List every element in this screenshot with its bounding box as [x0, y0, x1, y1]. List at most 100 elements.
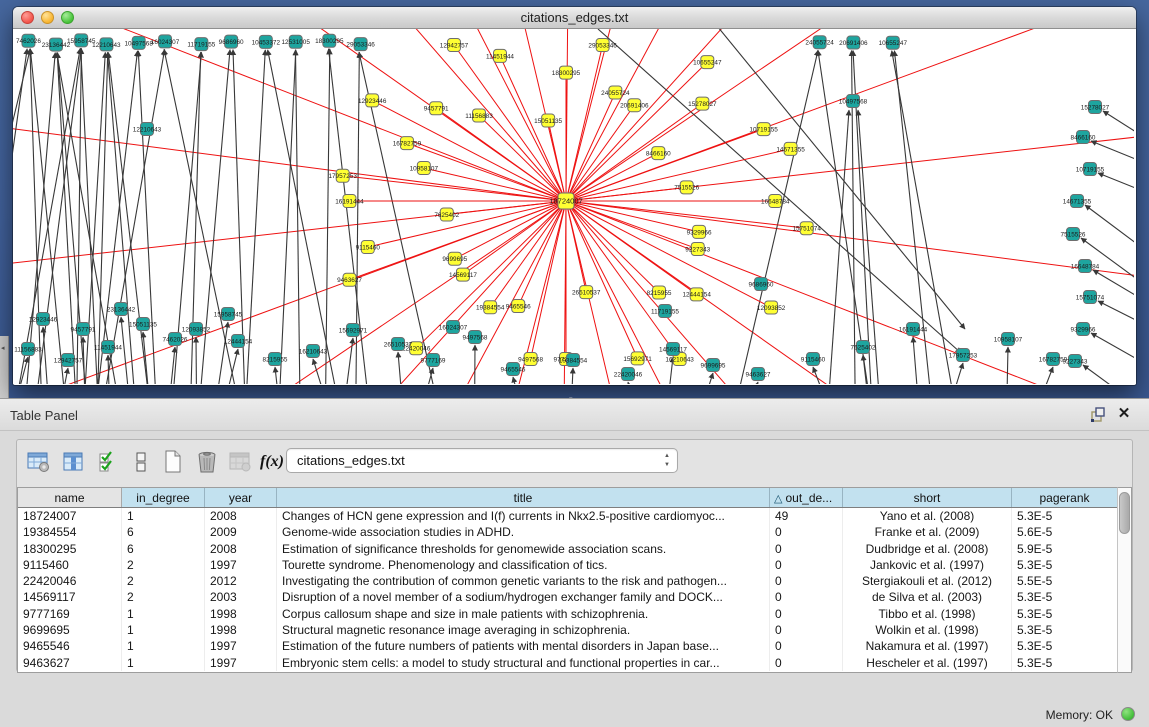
table-cell: de Silva et al. (2003) — [843, 589, 1012, 605]
citation-edge-black — [225, 349, 238, 384]
network-node-label: 16648784 — [1071, 263, 1100, 270]
citation-edge-black — [1091, 333, 1134, 375]
table-row[interactable]: 946554611997Estimation of the future num… — [18, 638, 1131, 654]
table-panel-title: Table Panel — [10, 408, 78, 423]
column-visibility-button[interactable] — [60, 449, 88, 475]
memory-status-light[interactable] — [1121, 707, 1135, 721]
network-node-label: 10655247 — [879, 40, 908, 47]
citation-edge-black — [892, 51, 955, 384]
network-node-label: 8466160 — [646, 150, 671, 157]
citation-edge-black — [1007, 347, 1008, 384]
column-header-label: short — [914, 491, 941, 505]
column-header-short[interactable]: short — [843, 488, 1012, 507]
column-select-button[interactable] — [95, 449, 123, 475]
network-node-label: 24055724 — [601, 90, 630, 97]
network-node-label: 15692971 — [623, 356, 652, 363]
citation-edge-black — [952, 363, 963, 384]
network-node-label: 18724007 — [549, 196, 582, 205]
network-node-label: 9115460 — [801, 356, 826, 363]
table-row[interactable]: 2242004622012Investigating the contribut… — [18, 573, 1131, 589]
citation-edge-black — [325, 49, 329, 384]
table-header-row: namein_degree year title△out_de... short pag… — [18, 488, 1131, 508]
table-cell: 2 — [122, 589, 205, 605]
network-node-label: 9497568 — [463, 334, 488, 341]
table-mode-button[interactable] — [25, 449, 53, 475]
network-node-label: 15051135 — [534, 118, 562, 125]
network-node-label: 12923446 — [29, 316, 58, 323]
network-node-label: 10497568 — [124, 40, 153, 47]
citation-edge-black — [216, 322, 228, 384]
network-node-label: 7462026 — [16, 38, 41, 45]
table-cell: 1 — [122, 622, 205, 638]
table-row[interactable]: 1938455462009Genome-wide association stu… — [18, 524, 1131, 540]
table-cell: 5.3E-5 — [1012, 655, 1118, 671]
network-node-label: 12531005 — [281, 39, 310, 46]
network-node-label: 9465546 — [506, 303, 531, 310]
table-row[interactable]: 969969511998Structural magnetic resonanc… — [18, 622, 1131, 638]
network-node-label: 20691406 — [620, 103, 649, 110]
network-node-label: 22420046 — [614, 371, 643, 378]
table-gear-icon — [27, 451, 51, 473]
table-selector-dropdown[interactable]: citations_edges.txt ▲▼ — [286, 448, 678, 473]
table-cell: Hescheler et al. (1997) — [843, 655, 1012, 671]
table-row[interactable]: 911546021997Tourette syndrome. Phenomeno… — [18, 557, 1131, 573]
table-row[interactable]: 1872400712008Changes of HCN gene express… — [18, 508, 1131, 524]
column-header-year[interactable]: year — [205, 488, 277, 507]
scrollbar-thumb[interactable] — [1119, 492, 1130, 534]
network-node-label: 14671355 — [1063, 198, 1092, 205]
network-node-label: 9457791 — [424, 106, 449, 113]
table-cell: Structural magnetic resonance image aver… — [277, 622, 770, 638]
citation-edge-black — [572, 368, 573, 384]
column-header-label: year — [229, 491, 252, 505]
table-cell: 9777169 — [18, 606, 122, 622]
table-cell: Dudbridge et al. (2008) — [843, 541, 1012, 557]
table-cell: Franke et al. (2009) — [843, 524, 1012, 540]
table-cell: Corpus callosum shape and size in male p… — [277, 606, 770, 622]
node-table: namein_degree year title△out_de... short pag… — [17, 487, 1132, 673]
network-node-label: 26510537 — [572, 290, 601, 297]
citation-edge-black — [103, 49, 164, 384]
row-height-button[interactable] — [127, 449, 155, 475]
column-header-out-de-[interactable]: △out_de... — [770, 488, 843, 507]
table-cell: 5.3E-5 — [1012, 589, 1118, 605]
network-node-label: 17957253 — [328, 173, 357, 180]
table-cell: 5.3E-5 — [1012, 508, 1118, 524]
citation-edge-black — [196, 337, 197, 384]
float-panel-button[interactable] — [1089, 406, 1107, 424]
network-node-label: 18300295 — [315, 38, 344, 45]
window-titlebar[interactable]: citations_edges.txt — [13, 7, 1136, 29]
table-row[interactable]: 1456911722003Disruption of a novel membe… — [18, 589, 1131, 605]
network-node-label: 7515526 — [674, 185, 699, 192]
network-node-label: 26510537 — [384, 341, 413, 348]
column-header-title[interactable]: title — [277, 488, 770, 507]
table-cell: Changes of HCN gene expression and I(f) … — [277, 508, 770, 524]
network-node-label: 8466160 — [1071, 134, 1096, 141]
network-node-label: 10453372 — [252, 39, 281, 46]
create-column-button[interactable] — [159, 449, 187, 475]
column-header-pagerank[interactable]: pagerank — [1012, 488, 1118, 507]
network-node-label: 7625402 — [851, 344, 876, 351]
column-header-name[interactable]: name — [18, 488, 122, 507]
function-builder-button[interactable]: f(x) — [258, 449, 286, 475]
delete-table-button[interactable] — [227, 449, 255, 475]
application-window: ◂ citations_edges.txt 183002952905334624… — [0, 0, 1149, 727]
close-panel-button[interactable]: ✕ — [1115, 404, 1133, 424]
table-cell: 2008 — [205, 541, 277, 557]
table-cell: 0 — [770, 655, 843, 671]
network-node-label: 9463627 — [746, 371, 771, 378]
combo-arrows-icon: ▲▼ — [664, 452, 670, 470]
network-node-label: 16024307 — [439, 324, 468, 331]
status-bar: Memory: OK — [0, 703, 1149, 727]
table-cell: 1 — [122, 638, 205, 654]
network-canvas[interactable]: 1830029529053346240557242069140610655247… — [13, 29, 1136, 384]
delete-column-button[interactable] — [193, 449, 221, 475]
citation-edge-red — [566, 201, 659, 292]
left-splitter-strip[interactable]: ◂ — [0, 336, 9, 398]
citation-edge-red — [566, 153, 658, 201]
collapse-arrow-icon: ◂ — [1, 344, 5, 352]
column-header-in-degree[interactable]: in_degree — [122, 488, 205, 507]
vertical-scrollbar[interactable] — [1117, 487, 1132, 673]
table-row[interactable]: 946362711997Embryonic stem cells: a mode… — [18, 655, 1131, 671]
table-row[interactable]: 1830029562008Estimation of significance … — [18, 541, 1131, 557]
table-row[interactable]: 977716911998Corpus callosum shape and si… — [18, 606, 1131, 622]
